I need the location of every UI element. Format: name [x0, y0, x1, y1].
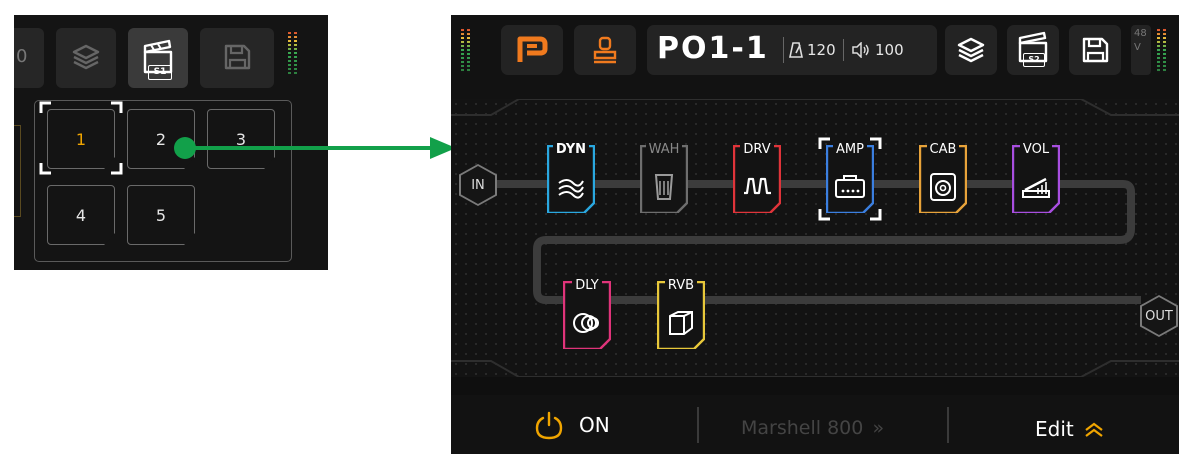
- volume-pedal-icon: [1022, 177, 1050, 198]
- phantom-label: 48V: [1134, 28, 1147, 53]
- layers-button[interactable]: [56, 28, 116, 88]
- speaker-icon: [852, 42, 869, 58]
- metronome-icon: [789, 42, 803, 58]
- scene-4-button[interactable]: 4: [47, 185, 115, 245]
- fx-label: DLY: [563, 278, 611, 293]
- preset-info-box[interactable]: PO1-1 120 100: [647, 25, 937, 75]
- edit-button[interactable]: Edit: [1035, 417, 1115, 447]
- save-button[interactable]: [1069, 25, 1121, 75]
- level-meter-left: [288, 30, 291, 76]
- scene-button[interactable]: S1: [128, 28, 188, 88]
- device-screen: PO1-1 120 100 S2 48V IN OUT DYN WAH DRV …: [451, 15, 1179, 454]
- fx-label: DYN: [547, 142, 595, 157]
- layers-button[interactable]: [945, 25, 997, 75]
- power-label: ON: [579, 413, 610, 437]
- model-label: Marshell 800: [741, 417, 864, 439]
- fx-block-cab[interactable]: CAB: [919, 142, 967, 213]
- scene-3-button[interactable]: 3: [207, 109, 275, 169]
- chain-frame: [451, 99, 1179, 377]
- scene-5-button[interactable]: 5: [127, 185, 195, 245]
- bottom-divider-1: [697, 407, 699, 443]
- top-bar: PO1-1 120 100 S2 48V: [451, 15, 1179, 99]
- partial-toolbar-button[interactable]: 0: [14, 28, 44, 88]
- chevron-double-up-icon: [1085, 422, 1103, 437]
- brand-p-logo-icon: [517, 36, 548, 62]
- fx-block-drv[interactable]: DRV: [733, 142, 781, 213]
- scene-selector-inset: 0 S1 1 2 3 4 5: [14, 15, 328, 270]
- bottom-divider-2: [947, 407, 949, 443]
- drive-wave-icon: [744, 177, 771, 195]
- bpm-value: 120: [807, 41, 836, 59]
- layers-icon: [957, 37, 985, 63]
- fx-block-amp[interactable]: AMP: [818, 137, 882, 221]
- phantom-power-indicator: 48V: [1131, 25, 1151, 75]
- bpm-divider: [843, 39, 844, 61]
- callout-dot: [174, 137, 196, 159]
- fx-block-dyn[interactable]: DYN: [547, 142, 595, 213]
- scene-selection-brackets: [39, 101, 123, 175]
- power-toggle[interactable]: ON: [535, 407, 635, 443]
- output-label: OUT: [1142, 297, 1176, 335]
- fx-selection-brackets: [818, 137, 882, 221]
- input-meter-left: [461, 27, 464, 73]
- signal-chain-area: IN OUT DYN WAH DRV AMP CAB VOL DLY RVB: [451, 99, 1179, 377]
- background-fragment: [14, 125, 21, 217]
- preset-divider: [783, 37, 784, 63]
- fx-label: WAH: [640, 142, 688, 157]
- save-icon: [1082, 37, 1109, 63]
- chevron-right-icon: »: [872, 417, 885, 439]
- layers-icon: [72, 44, 100, 70]
- output-meter-left: [1157, 27, 1160, 73]
- callout-arrow-line: [186, 146, 436, 150]
- volume-value: 100: [875, 41, 904, 59]
- scene-button[interactable]: S2: [1007, 25, 1059, 75]
- preset-menu-button[interactable]: [501, 25, 563, 75]
- fx-block-vol[interactable]: VOL: [1012, 142, 1060, 213]
- fx-label: DRV: [733, 142, 781, 157]
- fx-block-rvb[interactable]: RVB: [657, 278, 705, 349]
- scene-badge: S2: [1023, 53, 1045, 67]
- reverb-cube-icon: [669, 311, 693, 335]
- scene-badge: S1: [148, 65, 172, 80]
- save-icon: [224, 44, 251, 70]
- save-button[interactable]: [200, 28, 274, 88]
- fx-label: VOL: [1012, 142, 1060, 157]
- fx-label: CAB: [919, 142, 967, 157]
- edit-label: Edit: [1035, 417, 1074, 441]
- wah-pedal-icon: [654, 174, 674, 200]
- power-icon: [535, 411, 563, 440]
- output-meter-right: [1163, 27, 1166, 73]
- dynamics-icon: [558, 179, 584, 199]
- scene-panel: 1 2 3 4 5: [34, 100, 292, 262]
- input-meter-right: [467, 27, 470, 73]
- partial-label: 0: [16, 46, 28, 67]
- fx-block-wah[interactable]: WAH: [640, 142, 688, 213]
- stamp-button[interactable]: [574, 25, 636, 75]
- input-label: IN: [461, 166, 495, 204]
- cabinet-icon: [930, 173, 956, 201]
- model-select[interactable]: Marshell 800 »: [741, 417, 884, 447]
- fx-block-dly[interactable]: DLY: [563, 278, 611, 349]
- preset-name: PO1-1: [657, 31, 769, 66]
- level-meter-right: [294, 30, 297, 76]
- delay-icon: [573, 313, 599, 333]
- fx-label: RVB: [657, 278, 705, 293]
- stamp-icon: [593, 36, 617, 64]
- bottom-bar: ON Marshell 800 » Edit: [451, 395, 1179, 454]
